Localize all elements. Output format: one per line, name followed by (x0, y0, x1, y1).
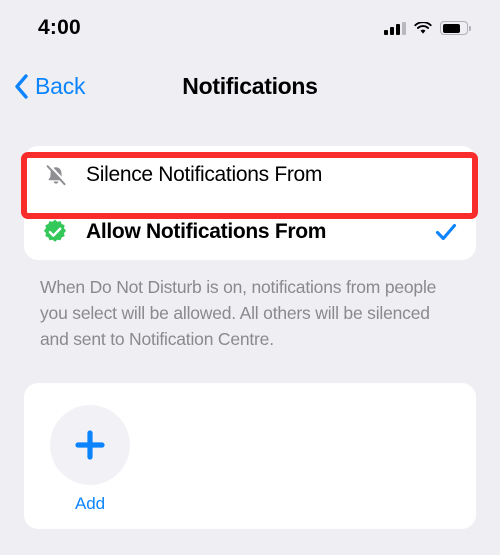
back-button[interactable]: Back (14, 72, 86, 100)
battery-icon (440, 21, 471, 35)
back-label: Back (35, 72, 86, 99)
checkmark-icon (435, 223, 457, 240)
bell-slash-icon (42, 161, 78, 189)
navigation-bar: Back Notifications (0, 56, 500, 116)
option-label: Allow Notifications From (86, 219, 327, 243)
status-bar-icons (384, 21, 471, 35)
cellular-signal-icon (384, 21, 406, 35)
green-seal-checkmark-icon (42, 219, 78, 245)
wifi-icon (414, 21, 432, 34)
add-label: Add (75, 494, 105, 513)
add-person-button[interactable]: Add (50, 405, 130, 514)
chevron-left-icon (15, 73, 28, 99)
section-footer-description: When Do Not Disturb is on, notifications… (40, 277, 437, 349)
status-bar: 4:00 (0, 0, 500, 56)
option-row-allow-notifications-from[interactable]: Allow Notifications From (24, 203, 476, 260)
notification-source-options-card: Silence Notifications From Allow Notific… (24, 146, 476, 260)
option-row-silence-notifications-from[interactable]: Silence Notifications From (24, 146, 476, 203)
settings-content: Silence Notifications From Allow Notific… (0, 146, 500, 529)
add-circle (50, 405, 130, 485)
status-bar-time: 4:00 (38, 16, 81, 39)
people-list-card: Add (24, 383, 476, 529)
plus-icon (75, 430, 105, 460)
option-label: Silence Notifications From (86, 162, 323, 186)
